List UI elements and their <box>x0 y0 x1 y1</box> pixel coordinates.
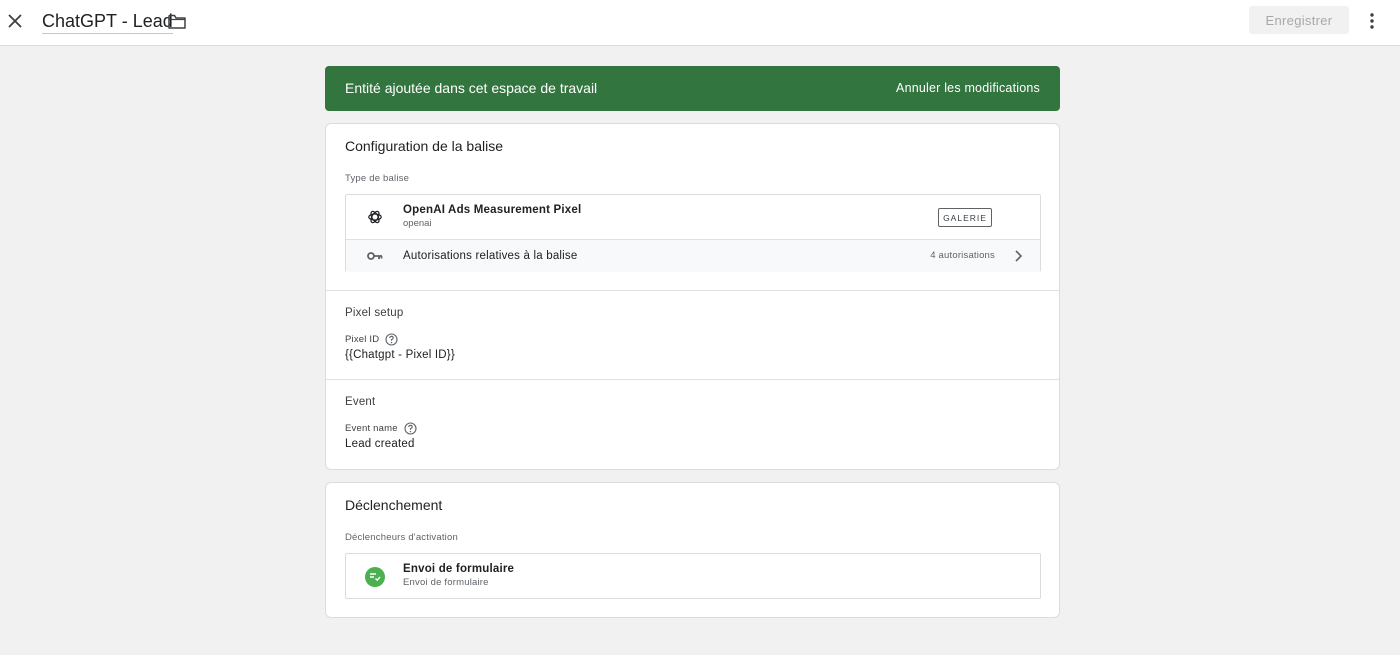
pixel-id-value: {{Chatgpt - Pixel ID}} <box>345 349 455 361</box>
tag-type-provider: openai <box>403 218 432 229</box>
banner-message: Entité ajoutée dans cet espace de travai… <box>345 80 598 96</box>
event-name-label: Event name <box>345 422 417 435</box>
close-icon <box>8 14 22 28</box>
section-divider <box>326 290 1059 291</box>
tag-configuration-card[interactable]: Configuration de la balise Type de balis… <box>325 123 1060 470</box>
event-name-label-text: Event name <box>345 422 398 434</box>
top-bar: ChatGPT - Lead Enregistrer <box>0 0 1400 46</box>
openai-icon <box>368 210 382 224</box>
section-divider <box>326 379 1059 380</box>
page-title[interactable]: ChatGPT - Lead <box>42 10 173 34</box>
notification-banner: Entité ajoutée dans cet espace de travai… <box>325 66 1060 111</box>
permissions-count: 4 autorisations <box>930 250 995 261</box>
key-icon <box>367 252 383 260</box>
chevron-right-icon <box>1015 250 1023 262</box>
event-title: Event <box>345 396 376 408</box>
folder-button[interactable] <box>167 11 187 31</box>
folder-icon <box>168 14 186 29</box>
save-button[interactable]: Enregistrer <box>1249 6 1349 34</box>
tag-permissions-row[interactable]: Autorisations relatives à la balise 4 au… <box>346 239 1040 272</box>
gallery-button[interactable]: GALERIE <box>938 208 992 227</box>
tag-type-box: OpenAI Ads Measurement Pixel openai GALE… <box>345 194 1041 272</box>
tag-type-name: OpenAI Ads Measurement Pixel <box>403 204 582 216</box>
trigger-item[interactable]: Envoi de formulaire Envoi de formulaire <box>345 553 1041 599</box>
undo-changes-button[interactable]: Annuler les modifications <box>896 80 1040 96</box>
pixel-setup-title: Pixel setup <box>345 307 404 319</box>
card-heading: Déclenchement <box>345 497 443 513</box>
permissions-label: Autorisations relatives à la balise <box>403 250 578 262</box>
trigger-name: Envoi de formulaire <box>403 563 515 575</box>
help-icon[interactable] <box>404 422 417 435</box>
tag-type-label: Type de balise <box>345 173 410 184</box>
firing-triggers-label: Déclencheurs d'activation <box>345 532 458 543</box>
event-name-value: Lead created <box>345 438 415 450</box>
trigger-type: Envoi de formulaire <box>403 577 489 588</box>
triggering-card[interactable]: Déclenchement Déclencheurs d'activation … <box>325 482 1060 618</box>
more-options-button[interactable] <box>1362 10 1382 32</box>
close-button[interactable] <box>4 10 26 32</box>
tag-type-row[interactable]: OpenAI Ads Measurement Pixel openai GALE… <box>346 195 1040 239</box>
pixel-id-label-text: Pixel ID <box>345 333 380 345</box>
help-icon[interactable] <box>385 333 398 346</box>
more-vert-icon <box>1370 13 1374 29</box>
form-submit-icon <box>365 567 385 587</box>
pixel-id-label: Pixel ID <box>345 333 398 346</box>
card-heading: Configuration de la balise <box>345 138 503 154</box>
